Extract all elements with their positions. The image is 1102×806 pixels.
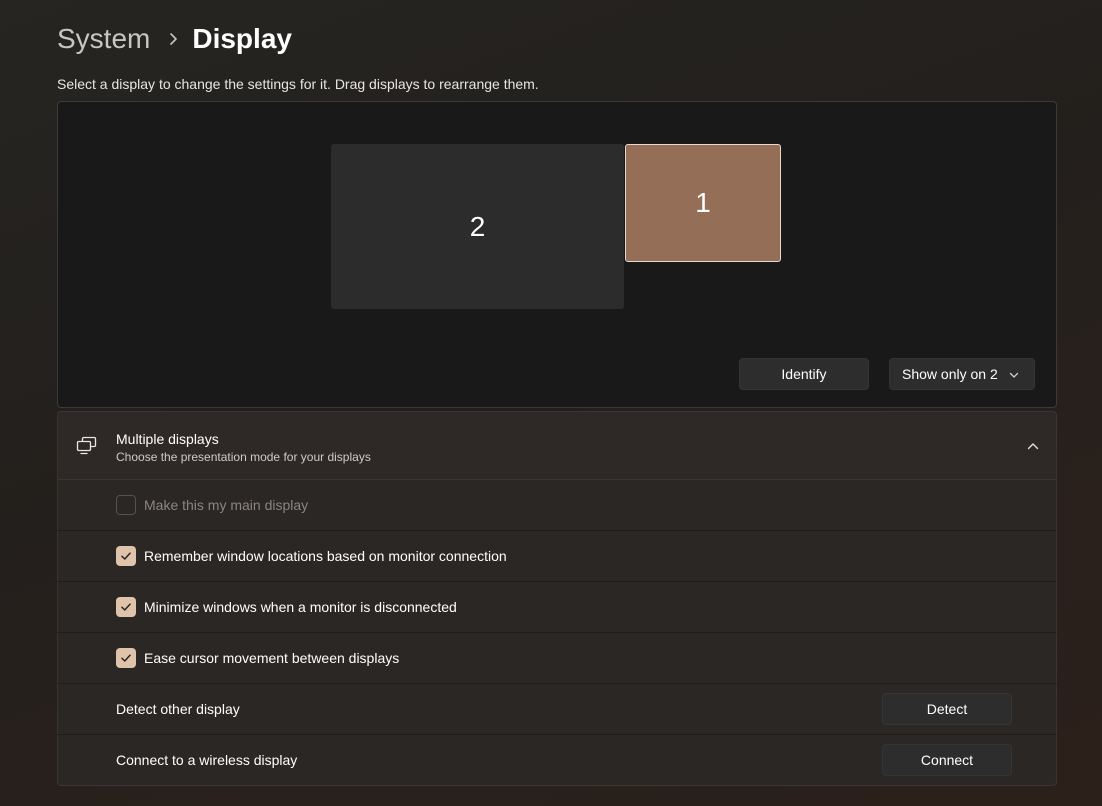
chevron-up-icon[interactable] bbox=[1026, 439, 1040, 458]
chevron-down-icon bbox=[1008, 368, 1020, 384]
checkmark-icon bbox=[121, 654, 131, 662]
detect-button[interactable]: Detect bbox=[882, 693, 1012, 725]
remember-window-locations-row: Remember window locations based on monit… bbox=[57, 531, 1057, 582]
checkmark-icon bbox=[121, 552, 131, 560]
display-arrangement-canvas[interactable]: 2 1 Identify Show only on 2 bbox=[57, 101, 1057, 408]
detect-display-row: Detect other display Detect bbox=[57, 684, 1057, 735]
project-mode-value: Show only on 2 bbox=[902, 366, 998, 382]
connect-button[interactable]: Connect bbox=[882, 744, 1012, 776]
project-mode-dropdown[interactable]: Show only on 2 bbox=[889, 358, 1035, 390]
wireless-display-label: Connect to a wireless display bbox=[116, 752, 298, 768]
main-display-checkbox bbox=[116, 495, 136, 515]
wireless-display-row: Connect to a wireless display Connect bbox=[57, 735, 1057, 786]
main-display-row: Make this my main display bbox=[57, 480, 1057, 531]
multiple-displays-header[interactable]: Multiple displays Choose the presentatio… bbox=[57, 411, 1057, 480]
remember-window-locations-label[interactable]: Remember window locations based on monit… bbox=[144, 548, 507, 564]
minimize-windows-checkbox[interactable] bbox=[116, 597, 136, 617]
breadcrumb: System Display bbox=[57, 20, 292, 58]
main-display-label: Make this my main display bbox=[144, 497, 309, 513]
minimize-windows-label[interactable]: Minimize windows when a monitor is disco… bbox=[144, 599, 457, 615]
section-title: Multiple displays bbox=[116, 431, 219, 447]
checkmark-icon bbox=[121, 603, 131, 611]
monitor-1[interactable]: 1 bbox=[625, 144, 781, 262]
breadcrumb-system[interactable]: System bbox=[57, 23, 150, 55]
section-description: Choose the presentation mode for your di… bbox=[116, 450, 371, 464]
ease-cursor-checkbox[interactable] bbox=[116, 648, 136, 668]
multiple-displays-icon bbox=[76, 436, 98, 461]
ease-cursor-row: Ease cursor movement between displays bbox=[57, 633, 1057, 684]
detect-display-label: Detect other display bbox=[116, 701, 240, 717]
remember-window-locations-checkbox[interactable] bbox=[116, 546, 136, 566]
minimize-windows-row: Minimize windows when a monitor is disco… bbox=[57, 582, 1057, 633]
page-title: Display bbox=[192, 23, 292, 54]
chevron-right-icon bbox=[168, 32, 178, 46]
arrangement-instructions: Select a display to change the settings … bbox=[57, 76, 539, 92]
multiple-displays-section: Multiple displays Choose the presentatio… bbox=[57, 411, 1057, 786]
identify-button[interactable]: Identify bbox=[739, 358, 869, 390]
ease-cursor-label[interactable]: Ease cursor movement between displays bbox=[144, 650, 399, 666]
monitor-2[interactable]: 2 bbox=[331, 144, 624, 309]
